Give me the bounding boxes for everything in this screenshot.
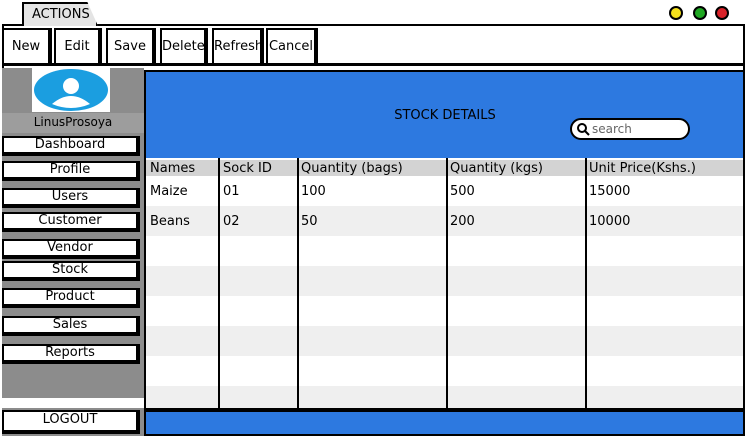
sidebar-item-dashboard[interactable]: Dashboard <box>2 136 140 156</box>
sidebar-item-users[interactable]: Users <box>2 188 140 208</box>
new-button[interactable]: New <box>2 28 52 66</box>
col-header-qty-bags[interactable]: Quantity (bags) <box>301 161 403 177</box>
cell-name: Maize <box>150 184 188 199</box>
column-divider <box>446 158 448 410</box>
cell-qty-kgs: 500 <box>450 184 475 199</box>
table-row <box>146 236 743 266</box>
delete-button[interactable]: Delete <box>160 28 208 66</box>
table-row <box>146 356 743 386</box>
cell-qty-bags: 50 <box>301 214 318 229</box>
minimize-dot-icon[interactable] <box>669 6 683 20</box>
sidebar-item-stock[interactable]: Stock <box>2 261 140 281</box>
table-row <box>146 326 743 356</box>
actions-tab[interactable]: ACTIONS <box>22 2 98 26</box>
page-title: STOCK DETAILS <box>394 108 496 123</box>
col-header-sock-id[interactable]: Sock ID <box>223 161 272 177</box>
logout-button[interactable]: LOGOUT <box>2 410 140 434</box>
sidebar-item-product[interactable]: Product <box>2 288 140 308</box>
username-label: LinusProsoya <box>2 113 144 133</box>
col-header-unit-price[interactable]: Unit Price(Kshs.) <box>589 161 696 177</box>
user-avatar-icon <box>34 69 108 111</box>
sidebar-item-profile[interactable]: Profile <box>2 161 140 181</box>
footer-bar <box>144 410 745 436</box>
maximize-dot-icon[interactable] <box>693 6 707 20</box>
cell-id: 01 <box>223 184 240 199</box>
col-header-names[interactable]: Names <box>150 161 195 177</box>
close-dot-icon[interactable] <box>715 6 729 20</box>
cell-qty-kgs: 200 <box>450 214 475 229</box>
search-placeholder: search <box>592 122 632 136</box>
sidebar-item-customer[interactable]: Customer <box>2 212 140 232</box>
sidebar-spacer <box>2 398 144 408</box>
col-header-qty-kgs[interactable]: Quantity (kgs) <box>450 161 543 177</box>
cell-id: 02 <box>223 214 240 229</box>
cell-unit-price: 10000 <box>589 214 631 229</box>
table-row <box>146 386 743 408</box>
edit-button[interactable]: Edit <box>54 28 102 66</box>
table-row <box>146 266 743 296</box>
search-icon <box>577 123 590 136</box>
avatar <box>32 68 110 112</box>
sidebar-item-sales[interactable]: Sales <box>2 316 140 336</box>
cell-qty-bags: 100 <box>301 184 326 199</box>
cell-name: Beans <box>150 214 190 229</box>
refresh-button[interactable]: Refresh <box>212 28 264 66</box>
table-row <box>146 296 743 326</box>
save-button[interactable]: Save <box>106 28 156 66</box>
sidebar-item-reports[interactable]: Reports <box>2 344 140 364</box>
cancel-button[interactable]: Cancel <box>266 28 318 66</box>
cell-unit-price: 15000 <box>589 184 631 199</box>
column-divider <box>297 158 299 410</box>
column-divider <box>585 158 587 410</box>
column-divider <box>218 158 220 410</box>
sidebar-item-vendor[interactable]: Vendor <box>2 239 140 259</box>
